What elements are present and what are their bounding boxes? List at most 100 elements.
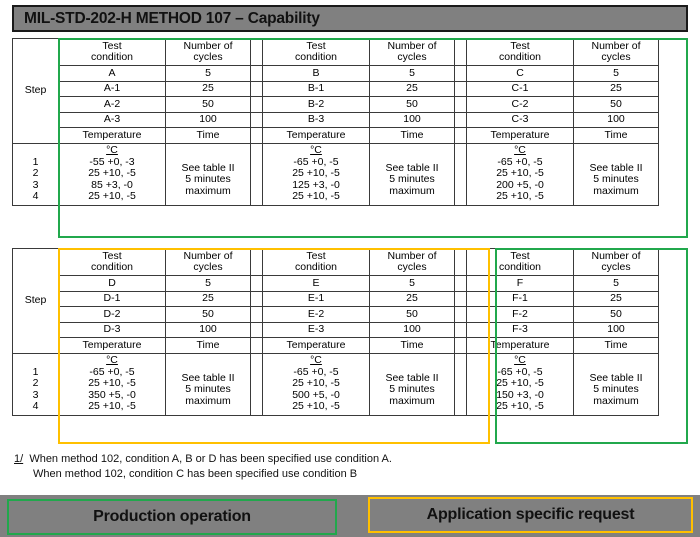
- cell-cycles-section-a-3: 100: [165, 111, 251, 128]
- cell-cycles-section-a-1: 25: [165, 80, 251, 97]
- cell-condition-section-d-0: D: [58, 275, 166, 292]
- cell-condition-section-e-1: E-1: [262, 290, 370, 307]
- column-spacer: [454, 306, 467, 323]
- column-spacer: [454, 321, 467, 338]
- column-spacer: [454, 337, 467, 354]
- cell-cycles-section-e-2: 50: [369, 306, 455, 323]
- cell-condition-section-f-2: F-2: [466, 306, 574, 323]
- column-spacer: [250, 306, 263, 323]
- cell-condition-section-a-0: A: [58, 65, 166, 82]
- cell-cycles-section-c-2: 50: [573, 96, 659, 113]
- test-condition-header-section-c: Test condition: [466, 38, 574, 66]
- cell-condition-section-c-0: C: [466, 65, 574, 82]
- temperature-header-section-a: Temperature: [58, 127, 166, 144]
- cell-condition-section-b-2: B-2: [262, 96, 370, 113]
- cell-cycles-section-e-0: 5: [369, 275, 455, 292]
- cell-cycles-section-c-1: 25: [573, 80, 659, 97]
- legend-production-operation: Production operation: [7, 499, 337, 535]
- cell-condition-section-e-0: E: [262, 275, 370, 292]
- test-condition-header-section-d: Test condition: [58, 248, 166, 276]
- cell-condition-section-d-2: D-2: [58, 306, 166, 323]
- legend-strip: Production operation Application specifi…: [0, 495, 700, 537]
- cell-cycles-section-c-3: 100: [573, 111, 659, 128]
- table-header-row: Step Test condition Number of cycles Test cond…: [12, 38, 659, 144]
- cell-cycles-section-f-2: 50: [573, 306, 659, 323]
- column-spacer: [250, 290, 263, 307]
- column-spacer: [250, 248, 263, 276]
- cell-condition-section-f-3: F-3: [466, 321, 574, 338]
- column-spacer: [250, 80, 263, 97]
- cell-cycles-section-d-0: 5: [165, 275, 251, 292]
- time-header-section-d: Time: [165, 337, 251, 354]
- temperature-values-section-c: °C -65 +0, -5 25 +10, -5 200 +5, -0 25 +10, …: [466, 142, 574, 206]
- column-spacer: [454, 290, 467, 307]
- cell-condition-section-e-2: E-2: [262, 306, 370, 323]
- column-spacer: [454, 96, 467, 113]
- cell-cycles-section-b-1: 25: [369, 80, 455, 97]
- table-row: D-1 25 E-1 25 F-1 25: [13, 290, 659, 307]
- number-of-cycles-header-section-e: Number of cycles: [369, 248, 455, 276]
- cell-condition-section-a-1: A-1: [58, 80, 166, 97]
- temperature-values-section-a: °C -55 +0, -3 25 +10, -5 85 +3, -0 25 +10, -…: [58, 142, 166, 206]
- number-of-cycles-header-section-a: Number of cycles: [165, 38, 251, 66]
- cell-cycles-section-b-0: 5: [369, 65, 455, 82]
- legend-application-specific-request: Application specific request: [368, 497, 693, 533]
- slide-title-bar: MIL-STD-202-H METHOD 107 – Capability: [12, 5, 688, 32]
- cell-cycles-section-a-0: 5: [165, 65, 251, 82]
- column-spacer: [250, 142, 263, 206]
- cell-cycles-section-d-3: 100: [165, 321, 251, 338]
- table-subheader-row: Temperature Time Temperature Time Temperatur…: [13, 127, 659, 144]
- test-condition-header-section-a: Test condition: [58, 38, 166, 66]
- time-values-section-f: See table II 5 minutes maximum: [573, 352, 659, 416]
- cell-cycles-section-f-0: 5: [573, 275, 659, 292]
- time-header-section-c: Time: [573, 127, 659, 144]
- step-column-header: Step: [12, 38, 59, 144]
- column-spacer: [454, 248, 467, 276]
- table-subheader-row: Temperature Time Temperature Time Temperatur…: [13, 337, 659, 354]
- temperature-values-section-b: °C -65 +0, -5 25 +10, -5 125 +3, -0 25 +10, …: [262, 142, 370, 206]
- number-of-cycles-header-section-c: Number of cycles: [573, 38, 659, 66]
- footnote-text-2: When method 102, condition C has been sp…: [33, 468, 358, 480]
- time-values-section-c: See table II 5 minutes maximum: [573, 142, 659, 206]
- column-spacer: [454, 142, 467, 206]
- cell-condition-section-f-0: F: [466, 275, 574, 292]
- test-condition-header-section-e: Test condition: [262, 248, 370, 276]
- time-header-section-b: Time: [369, 127, 455, 144]
- column-spacer: [250, 127, 263, 144]
- column-spacer: [250, 111, 263, 128]
- cell-condition-section-c-1: C-1: [466, 80, 574, 97]
- cell-condition-section-c-2: C-2: [466, 96, 574, 113]
- cell-condition-section-b-3: B-3: [262, 111, 370, 128]
- test-condition-header-section-b: Test condition: [262, 38, 370, 66]
- temperature-values-section-f: °C -65 +0, -5 25 +10, -5 150 +3, -0 25 +10, …: [466, 352, 574, 416]
- time-header-section-a: Time: [165, 127, 251, 144]
- column-spacer: [454, 275, 467, 292]
- cell-cycles-section-c-0: 5: [573, 65, 659, 82]
- column-spacer: [250, 38, 263, 66]
- footnote-line-2: When method 102, condition C has been sp…: [14, 467, 674, 482]
- step-numbers: 1234: [12, 352, 59, 416]
- cell-cycles-section-d-2: 50: [165, 306, 251, 323]
- test-condition-header-section-f: Test condition: [466, 248, 574, 276]
- column-spacer: [250, 96, 263, 113]
- cell-condition-section-c-3: C-3: [466, 111, 574, 128]
- cell-cycles-section-b-2: 50: [369, 96, 455, 113]
- slide-root: MIL-STD-202-H METHOD 107 – Capability St…: [0, 0, 700, 537]
- footnote-line-1: 1/ When method 102, condition A, B or D …: [14, 452, 674, 467]
- column-spacer: [454, 65, 467, 82]
- column-spacer: [250, 65, 263, 82]
- cell-cycles-section-e-1: 25: [369, 290, 455, 307]
- column-spacer: [454, 352, 467, 416]
- table-1: Step Test condition Number of cycles Test cond…: [12, 38, 659, 206]
- time-header-section-f: Time: [573, 337, 659, 354]
- time-values-section-b: See table II 5 minutes maximum: [369, 142, 455, 206]
- temperature-header-section-c: Temperature: [466, 127, 574, 144]
- legend-production-label: Production operation: [93, 508, 251, 525]
- column-spacer: [454, 38, 467, 66]
- time-values-section-e: See table II 5 minutes maximum: [369, 352, 455, 416]
- cell-condition-section-b-1: B-1: [262, 80, 370, 97]
- time-values-section-d: See table II 5 minutes maximum: [165, 352, 251, 416]
- table-1-container: Step Test condition Number of cycles Test cond…: [12, 38, 659, 206]
- table-row: D5E5F5: [13, 275, 659, 292]
- table-row: A-1 25 B-1 25 C-1 25: [13, 80, 659, 97]
